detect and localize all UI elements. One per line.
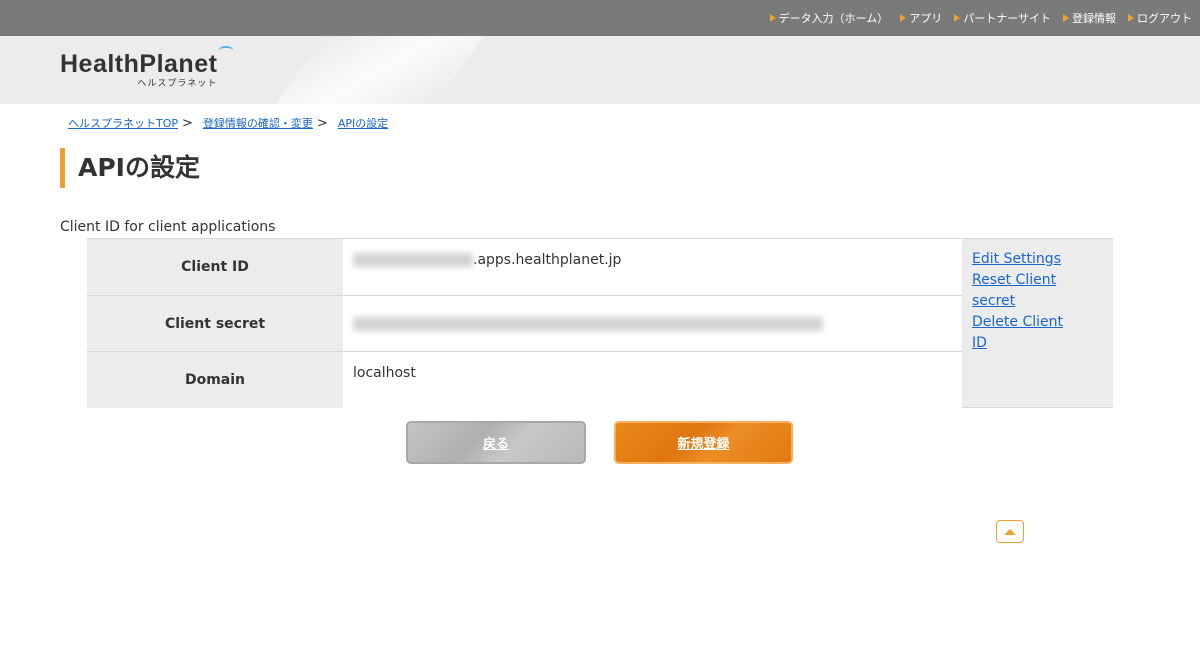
top-utility-bar: データ入力（ホーム） アプリ パートナーサイト 登録情報 ログアウト	[0, 0, 1200, 36]
site-logo[interactable]: HealthPlanet ヘルスプラネット	[60, 46, 233, 89]
top-nav-registration-info[interactable]: 登録情報	[1063, 10, 1116, 26]
client-id-value: .apps.healthplanet.jp	[343, 239, 962, 295]
table-row: Client ID .apps.healthplanet.jp	[87, 239, 962, 295]
triangle-bullet-icon	[1128, 14, 1134, 22]
new-registration-button[interactable]: 新規登録	[614, 421, 793, 464]
top-nav-apps[interactable]: アプリ	[900, 10, 942, 26]
page-top-button[interactable]	[996, 520, 1024, 543]
breadcrumb-separator: >	[182, 115, 193, 131]
triangle-bullet-icon	[1063, 14, 1069, 22]
top-nav-data-entry[interactable]: データ入力（ホーム）	[769, 10, 888, 26]
top-nav: データ入力（ホーム） アプリ パートナーサイト 登録情報 ログアウト	[769, 0, 1192, 36]
header-decoration	[276, 36, 484, 104]
row-header-domain: Domain	[87, 352, 343, 408]
actions-cell: Edit Settings Reset Client secret Delete…	[962, 239, 1113, 407]
breadcrumb-separator: >	[316, 115, 328, 131]
logo-text: HealthPlanet	[60, 50, 218, 78]
client-id-table: Client ID .apps.healthplanet.jp Client s…	[87, 238, 1113, 408]
reset-client-secret-link[interactable]: Reset Client secret	[972, 270, 1082, 312]
chevron-up-icon	[1004, 528, 1016, 535]
triangle-bullet-icon	[769, 14, 776, 22]
client-secret-value	[343, 296, 962, 351]
row-header-client-id: Client ID	[87, 239, 343, 295]
domain-value: localhost	[343, 352, 962, 408]
breadcrumb-link-top[interactable]: ヘルスプラネットTOP	[68, 115, 178, 131]
triangle-bullet-icon	[900, 14, 907, 22]
edit-settings-link[interactable]: Edit Settings	[972, 249, 1082, 270]
table-row: Domain localhost	[87, 351, 962, 408]
top-nav-partner-site[interactable]: パートナーサイト	[954, 10, 1051, 26]
redacted-client-secret	[353, 317, 823, 331]
top-nav-logout[interactable]: ログアウト	[1128, 10, 1192, 26]
page-title: APIの設定	[60, 148, 200, 188]
breadcrumb: ヘルスプラネットTOP > 登録情報の確認・変更 > APIの設定	[68, 115, 388, 131]
redacted-client-id	[353, 253, 473, 267]
back-button[interactable]: 戻る	[406, 421, 586, 464]
table-row: Client secret	[87, 295, 962, 351]
breadcrumb-link-api-settings[interactable]: APIの設定	[338, 115, 388, 131]
triangle-bullet-icon	[954, 14, 961, 22]
section-label: Client ID for client applications	[60, 219, 276, 235]
delete-client-id-link[interactable]: Delete Client ID	[972, 312, 1082, 354]
breadcrumb-link-registration[interactable]: 登録情報の確認・変更	[203, 115, 313, 131]
logo-arc-icon	[219, 46, 233, 54]
row-header-client-secret: Client secret	[87, 296, 343, 351]
